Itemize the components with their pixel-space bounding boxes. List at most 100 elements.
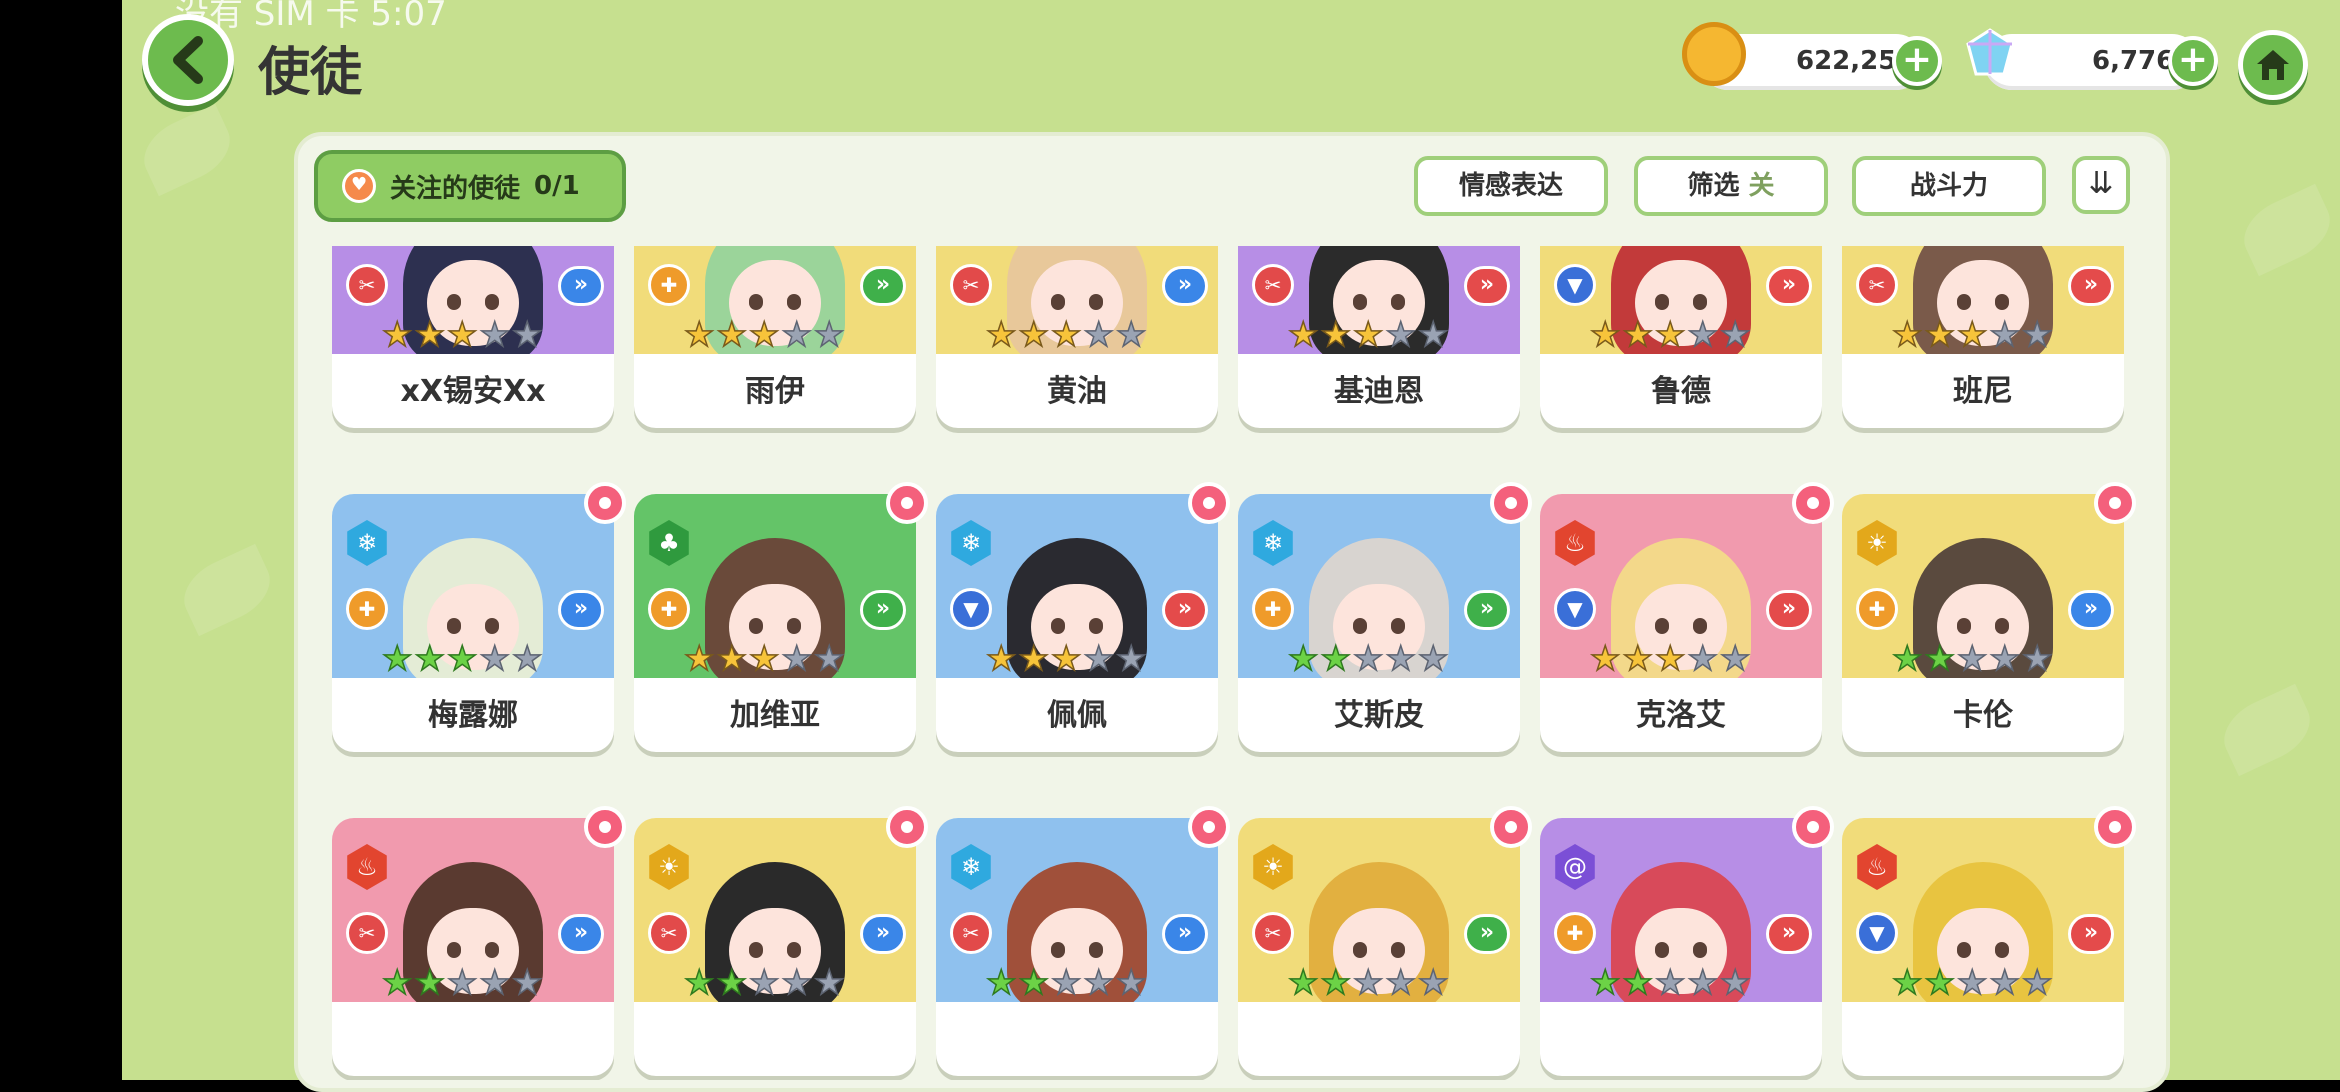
favorite-flower-icon[interactable] <box>2094 806 2136 848</box>
star-icon: ★ <box>1018 315 1050 354</box>
snowflake-icon: ❄ <box>1253 520 1293 566</box>
character-name: 基迪恩 <box>1334 374 1424 409</box>
character-name <box>332 1004 614 1076</box>
star-icon: ★ <box>1320 315 1352 354</box>
star-icon: ★ <box>446 639 478 678</box>
favorite-flower-icon[interactable] <box>1188 806 1230 848</box>
character-card[interactable]: ♣ ✚» ★ ★ ★ ★ ★ 加维亚 <box>634 482 928 752</box>
star-icon: ★ <box>1385 963 1417 1002</box>
rank-chevron-icon: » <box>558 590 604 630</box>
star-icon: ★ <box>781 315 813 354</box>
fire-icon: ♨ <box>1857 844 1897 890</box>
character-card[interactable]: ♨ ▼» ★ ★ ★ ★ ★ 克洛艾 <box>1540 482 1834 752</box>
star-rating: ★ ★ ★ ★ ★ <box>985 963 1147 1002</box>
shield-icon: ▼ <box>1554 264 1596 306</box>
character-card[interactable]: ☀ ✂» ★ ★ ★ ★ ★ <box>1238 806 1532 1076</box>
star-icon: ★ <box>1989 963 2021 1002</box>
favorite-flower-icon[interactable] <box>1490 806 1532 848</box>
favorite-flower-icon[interactable] <box>584 806 626 848</box>
favorite-flower-icon[interactable] <box>886 806 928 848</box>
star-icon: ★ <box>1352 315 1384 354</box>
star-icon: ★ <box>1687 639 1719 678</box>
character-card[interactable]: ❄ ✚» ★ ★ ★ ★ ★ 梅露娜 <box>332 482 626 752</box>
star-rating: ★ ★ ★ ★ ★ <box>1891 317 2053 353</box>
character-name: 梅露娜 <box>428 698 518 733</box>
star-icon: ★ <box>1654 315 1686 354</box>
star-icon: ★ <box>479 315 511 354</box>
star-icon: ★ <box>1719 315 1751 354</box>
back-button[interactable] <box>142 14 234 106</box>
star-rating: ★ ★ ★ ★ ★ <box>381 639 543 678</box>
star-rating: ★ ★ ★ ★ ★ <box>1589 963 1751 1002</box>
scissors-icon: ✂ <box>1856 264 1898 306</box>
favorite-flower-icon[interactable] <box>1792 482 1834 524</box>
character-card[interactable]: ♨ ✂» ★ ★ ★ ★ ★ <box>332 806 626 1076</box>
star-icon: ★ <box>1956 639 1988 678</box>
followed-characters-button[interactable]: 关注的使徒 0/1 <box>314 150 626 222</box>
character-portrait: ❄ ✂» ★ ★ ★ ★ ★ <box>936 818 1218 1002</box>
power-sort-button[interactable]: 战斗力 <box>1852 156 2046 216</box>
star-icon: ★ <box>1385 639 1417 678</box>
scissors-icon: ✂ <box>1252 264 1294 306</box>
character-card[interactable]: @✂»★★★★★基迪恩 <box>1238 246 1520 428</box>
character-name: 卡伦 <box>1953 698 2013 733</box>
favorite-flower-icon[interactable] <box>2094 482 2136 524</box>
star-rating: ★ ★ ★ ★ ★ <box>683 963 845 1002</box>
rank-chevron-icon: » <box>1162 590 1208 630</box>
add-coins-button[interactable]: + <box>1892 36 1942 86</box>
character-portrait: ❄ ✚» ★ ★ ★ ★ ★ <box>1238 494 1520 678</box>
star-icon: ★ <box>381 963 413 1002</box>
favorite-flower-icon[interactable] <box>1188 482 1230 524</box>
character-card[interactable]: ☀ ✚» ★ ★ ★ ★ ★ 卡伦 <box>1842 482 2136 752</box>
character-card[interactable]: ❄ ✂» ★ ★ ★ ★ ★ <box>936 806 1230 1076</box>
chevron-left-icon <box>173 36 203 84</box>
star-icon: ★ <box>985 315 1017 354</box>
character-card[interactable]: ☀ ✂» ★ ★ ★ ★ ★ <box>634 806 928 1076</box>
star-icon: ★ <box>1083 963 1115 1002</box>
character-card[interactable]: ☀✂»★★★★★黄油 <box>936 246 1218 428</box>
scissors-icon: ✂ <box>648 912 690 954</box>
favorite-flower-icon[interactable] <box>1490 482 1532 524</box>
cross-icon: ✚ <box>648 588 690 630</box>
character-card[interactable]: ☀✚»★★★★★雨伊 <box>634 246 916 428</box>
star-icon: ★ <box>1687 315 1719 354</box>
star-rating: ★ ★ ★ ★ ★ <box>1287 315 1449 354</box>
character-card[interactable]: ☀▼»★★★★★鲁德 <box>1540 246 1822 428</box>
star-icon: ★ <box>683 963 715 1002</box>
star-icon: ★ <box>414 315 446 354</box>
star-icon: ★ <box>446 963 478 1002</box>
character-name <box>1842 1004 2124 1076</box>
add-crystals-button[interactable]: + <box>2168 36 2218 86</box>
character-card[interactable]: @ ✚» ★ ★ ★ ★ ★ <box>1540 806 1834 1076</box>
character-card[interactable]: ❄ ✚» ★ ★ ★ ★ ★ 艾斯皮 <box>1238 482 1532 752</box>
cross-icon: ✚ <box>346 588 388 630</box>
favorite-flower-icon[interactable] <box>1792 806 1834 848</box>
rank-chevron-icon: » <box>1464 914 1510 954</box>
emotion-button[interactable]: 情感表达 <box>1414 156 1608 216</box>
star-rating: ★ ★ ★ ★ ★ <box>1589 315 1751 354</box>
star-icon: ★ <box>716 963 748 1002</box>
star-icon: ★ <box>716 315 748 354</box>
star-icon: ★ <box>716 639 748 678</box>
star-icon: ★ <box>813 315 845 354</box>
character-portrait: ☀✂»★★★★★ <box>1238 818 1520 1002</box>
shield-icon: ▼ <box>1856 912 1898 954</box>
star-icon: ★ <box>1622 963 1654 1002</box>
shield-icon: ▼ <box>950 588 992 630</box>
favorite-flower-icon[interactable] <box>584 482 626 524</box>
star-icon: ★ <box>748 963 780 1002</box>
home-icon <box>2257 50 2289 80</box>
character-card[interactable]: @✂»★★★★★xX锡安Xx <box>332 246 614 428</box>
character-grid: @✂»★★★★★xX锡安Xx☀✚»★★★★★雨伊☀✂»★★★★★黄油@✂»★★★… <box>318 246 2148 1080</box>
star-icon: ★ <box>683 315 715 354</box>
rank-chevron-icon: » <box>1162 266 1208 306</box>
character-card[interactable]: ♨ ▼» ★ ★ ★ ★ ★ <box>1842 806 2136 1076</box>
filter-button[interactable]: 筛选 关 <box>1634 156 1828 216</box>
home-button[interactable] <box>2238 30 2308 100</box>
character-card[interactable]: ☀✂»★★★★★班尼 <box>1842 246 2124 428</box>
star-icon: ★ <box>381 639 413 678</box>
favorite-flower-icon[interactable] <box>886 482 928 524</box>
star-rating: ★ ★ ★ ★ ★ <box>1589 639 1751 678</box>
character-card[interactable]: ❄ ▼» ★ ★ ★ ★ ★ 佩佩 <box>936 482 1230 752</box>
expand-button[interactable]: ⇊ <box>2072 156 2130 214</box>
